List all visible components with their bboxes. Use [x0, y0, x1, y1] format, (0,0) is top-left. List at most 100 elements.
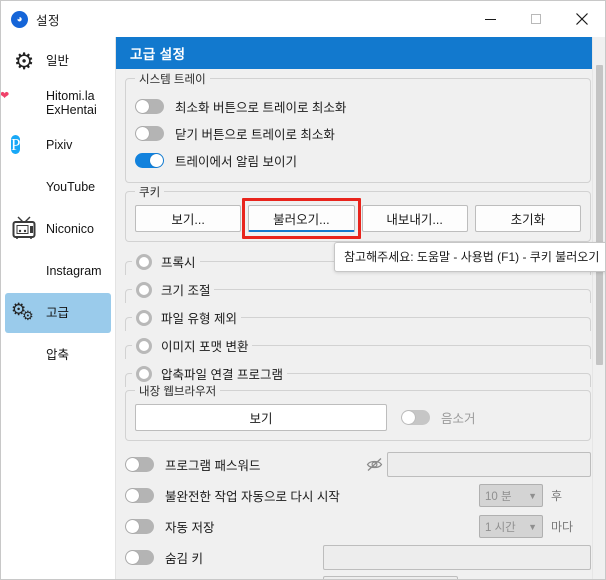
- image-format-label: 이미지 포맷 변환: [161, 340, 249, 354]
- cookie-group: 쿠키 보기... 불러오기... 내보내기... 초기화: [125, 184, 591, 242]
- sidebar-item-pixiv[interactable]: P Pixiv: [5, 125, 111, 165]
- sidebar-item-label: Hitomi.la ExHentai: [46, 88, 97, 117]
- hide-key-toggle[interactable]: [125, 550, 154, 565]
- sidebar-item-niconico[interactable]: Niconico: [5, 209, 111, 249]
- image-format-toggle[interactable]: [136, 337, 152, 354]
- pixiv-icon: P: [11, 135, 21, 154]
- proxy-toggle[interactable]: [136, 253, 152, 270]
- sidebar: ⚙ 일반 H ❤ Hitomi.la ExHentai P Pixiv YouTu…: [0, 37, 116, 579]
- webbrowser-title: 내장 웹브라우저: [135, 383, 221, 399]
- autosave-interval-select[interactable]: 1 시간 ▼: [479, 515, 543, 538]
- cookie-title: 쿠키: [135, 184, 165, 200]
- maximize-button[interactable]: [513, 1, 559, 37]
- row-hide-key: 숨김 키: [125, 542, 591, 573]
- exclude-filetype-label: 파일 유형 제외: [161, 312, 237, 326]
- sidebar-item-label: Niconico: [46, 221, 94, 236]
- niconico-icon: [11, 216, 37, 242]
- autosave-label: 자동 저장: [165, 521, 215, 535]
- program-password-toggle[interactable]: [125, 457, 154, 472]
- vertical-scrollbar[interactable]: [592, 37, 605, 579]
- window-controls: [467, 1, 605, 37]
- close-button[interactable]: [559, 1, 605, 37]
- webbrowser-group: 내장 웹브라우저 보기 음소거: [125, 383, 591, 441]
- sidebar-item-label: Instagram: [46, 263, 102, 278]
- cookie-view-wrap: 보기...: [135, 205, 242, 232]
- scrollbar-thumb[interactable]: [596, 65, 603, 365]
- program-password-input[interactable]: [387, 452, 591, 477]
- webbrowser-mute-toggle[interactable]: [401, 410, 430, 425]
- max-download-speed-input[interactable]: 1.0: [323, 576, 458, 579]
- cookie-view-button[interactable]: 보기...: [135, 205, 242, 232]
- archive-program-toggle[interactable]: [136, 365, 152, 382]
- sidebar-item-advanced[interactable]: ⚙ ⚙ 고급: [5, 293, 111, 333]
- clock-settings-icon: ◕: [11, 10, 28, 28]
- cookie-button-row: 보기... 불러오기... 내보내기... 초기화: [135, 198, 581, 239]
- cookie-reset-button[interactable]: 초기화: [474, 205, 581, 232]
- restart-interval-select[interactable]: 10 분 ▼: [479, 484, 543, 507]
- sidebar-item-label: YouTube: [46, 179, 96, 194]
- webbrowser-view-button[interactable]: 보기: [135, 404, 387, 431]
- sidebar-item-label: 고급: [46, 305, 70, 320]
- close-to-tray-toggle[interactable]: [135, 126, 164, 141]
- proxy-label: 프록시: [161, 256, 196, 270]
- zip-icon: [11, 342, 37, 368]
- sidebar-item-hitomi[interactable]: H ❤ Hitomi.la ExHentai: [0, 83, 111, 123]
- autosave-interval-value: 1 시간: [485, 521, 516, 534]
- sidebar-item-label: 압축: [46, 347, 70, 362]
- resize-label: 크기 조절: [161, 284, 211, 298]
- minimize-button[interactable]: [467, 1, 513, 37]
- cookie-import-button[interactable]: 불러오기...: [248, 205, 355, 232]
- exclude-filetype-toggle[interactable]: [136, 309, 152, 326]
- row-max-download-speed: 최대 다운로드 속도 1.0 MB/s: [125, 573, 591, 579]
- minimize-to-tray-toggle[interactable]: [135, 99, 164, 114]
- hide-key-input[interactable]: [323, 545, 591, 570]
- exclude-filetype-group-row: 파일 유형 제외: [125, 306, 591, 332]
- settings-content: 시스템 트레이 최소화 버튼으로 트레이로 최소화 닫기 버튼으로 트레이로 최…: [116, 69, 605, 579]
- autosave-toggle[interactable]: [125, 519, 154, 534]
- webbrowser-mute-label: 음소거: [441, 412, 476, 426]
- toggle-row-tray-notifications: 트레이에서 알림 보이기: [135, 147, 581, 174]
- restart-incomplete-label: 불완전한 작업 자동으로 다시 시작: [165, 490, 340, 504]
- cookie-export-wrap: 내보내기...: [361, 205, 468, 232]
- youtube-icon: [11, 174, 37, 200]
- cookie-import-wrap: 불러오기...: [242, 198, 361, 239]
- resize-group-row: 크기 조절: [125, 278, 591, 304]
- toggle-label: 최소화 버튼으로 트레이로 최소화: [175, 101, 347, 115]
- archive-program-label: 압축파일 연결 프로그램: [161, 368, 283, 382]
- system-tray-group: 시스템 트레이 최소화 버튼으로 트레이로 최소화 닫기 버튼으로 트레이로 최…: [125, 71, 591, 183]
- restart-interval-value: 10 분: [485, 490, 512, 503]
- restart-interval-unit: 후: [551, 489, 563, 503]
- hide-key-label: 숨김 키: [165, 552, 203, 566]
- toggle-row-minimize-to-tray: 최소화 버튼으로 트레이로 최소화: [135, 93, 581, 120]
- sidebar-item-youtube[interactable]: YouTube: [5, 167, 111, 207]
- sidebar-item-label: 일반: [46, 53, 70, 68]
- settings-window: ◕ 설정 ⚙ 일반 H ❤ Hitomi.la ExHentai P Pixiv…: [0, 0, 606, 580]
- panel-title: 고급 설정: [116, 37, 605, 69]
- system-tray-title: 시스템 트레이: [135, 71, 210, 87]
- resize-toggle[interactable]: [136, 281, 152, 298]
- row-program-password: 프로그램 패스워드: [125, 449, 591, 480]
- chevron-down-icon: ▼: [528, 490, 537, 501]
- row-restart-incomplete: 불완전한 작업 자동으로 다시 시작 10 분 ▼ 후: [125, 480, 591, 511]
- autosave-interval-unit: 마다: [551, 520, 574, 534]
- toggle-row-close-to-tray: 닫기 버튼으로 트레이로 최소화: [135, 120, 581, 147]
- toggle-label: 트레이에서 알림 보이기: [175, 155, 297, 169]
- sidebar-item-general[interactable]: ⚙ 일반: [5, 41, 111, 81]
- image-format-group-row: 이미지 포맷 변환: [125, 334, 591, 360]
- chevron-down-icon: ▼: [528, 521, 537, 532]
- sidebar-item-instagram[interactable]: Instagram: [4, 251, 111, 291]
- cookie-reset-wrap: 초기화: [474, 205, 581, 232]
- sidebar-item-compress[interactable]: 압축: [5, 335, 111, 375]
- eye-off-icon[interactable]: [365, 456, 383, 473]
- title-bar-left: ◕ 설정: [1, 10, 467, 29]
- sidebar-item-label: Pixiv: [46, 137, 73, 152]
- tray-notifications-toggle[interactable]: [135, 153, 164, 168]
- hitomi-icon: H ❤: [0, 90, 30, 112]
- row-autosave: 자동 저장 1 시간 ▼ 마다: [125, 511, 591, 542]
- title-bar: ◕ 설정: [1, 1, 605, 37]
- program-password-label: 프로그램 패스워드: [165, 459, 261, 473]
- settings-rows: 프로그램 패스워드 불완전한 작업 자동으로 다시 시작 10 분 ▼ 후 자동…: [125, 449, 591, 579]
- window-title: 설정: [36, 13, 61, 28]
- restart-incomplete-toggle[interactable]: [125, 488, 154, 503]
- cookie-export-button[interactable]: 내보내기...: [361, 205, 468, 232]
